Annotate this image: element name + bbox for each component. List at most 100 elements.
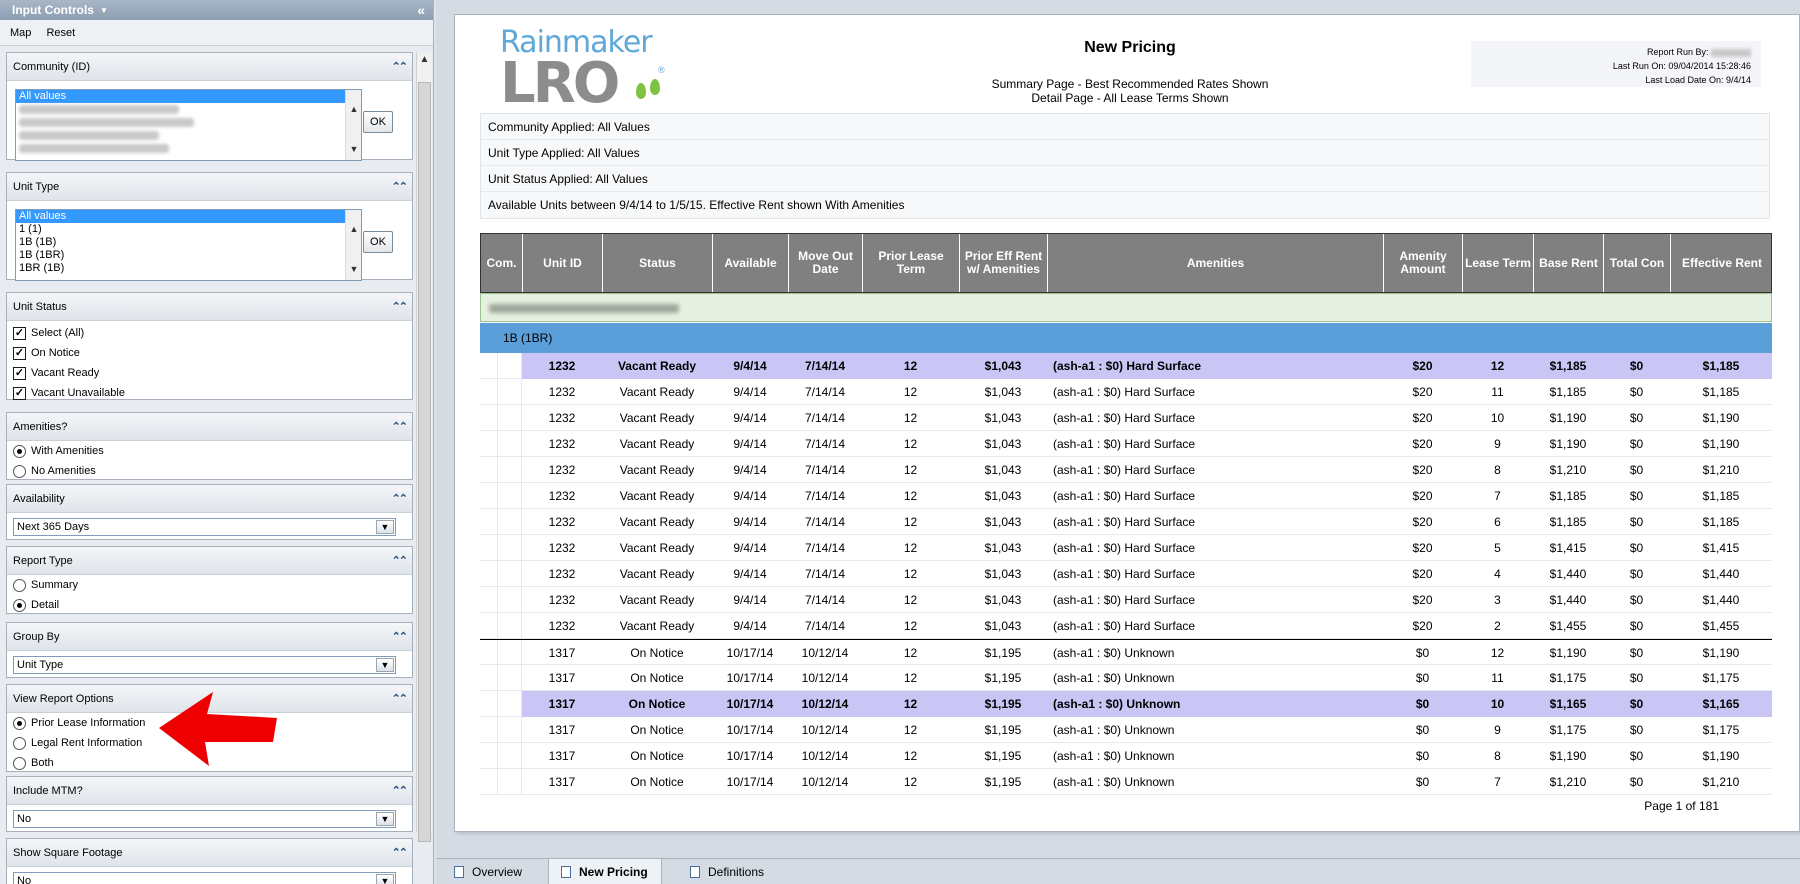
listbox-scrollbar[interactable]: ▲ ▼	[345, 90, 361, 160]
checkbox-checked-icon[interactable]: ✓	[13, 347, 26, 360]
radio-summary[interactable]: Summary	[11, 577, 78, 593]
checkbox-vacant-ready[interactable]: ✓ Vacant Ready	[11, 365, 99, 381]
availability-header[interactable]: Availability ⌃⌃	[7, 485, 412, 513]
radio-icon[interactable]	[13, 465, 26, 478]
checkbox-on-notice[interactable]: ✓ On Notice	[11, 345, 80, 361]
collapse-section-icon[interactable]: ⌃⌃	[392, 777, 409, 805]
scroll-up-icon[interactable]: ▲	[346, 104, 361, 114]
unit-type-option[interactable]: 1B (1BR)	[16, 249, 361, 262]
collapse-section-icon[interactable]: ⌃⌃	[392, 685, 409, 713]
table-cell: 7/14/14	[804, 593, 846, 607]
report-type-header[interactable]: Report Type ⌃⌃	[7, 547, 412, 575]
unit-type-option[interactable]: 1BR (1B)	[16, 262, 361, 275]
chevron-down-icon[interactable]: ▼	[376, 874, 394, 884]
collapse-section-icon[interactable]: ⌃⌃	[392, 293, 409, 321]
unit-type-option[interactable]: All values	[16, 210, 361, 223]
community-option-all[interactable]: All values	[16, 90, 361, 103]
table-cell: 9/4/14	[733, 567, 767, 581]
table-cell: 12	[903, 749, 918, 763]
collapse-section-icon[interactable]: ⌃⌃	[392, 623, 409, 651]
community-option-redacted[interactable]	[16, 116, 361, 129]
row-indent	[480, 561, 522, 587]
radio-prior-lease[interactable]: Prior Lease Information	[11, 715, 145, 731]
community-listbox[interactable]: All values ▲ ▼	[15, 89, 362, 161]
square-footage-select[interactable]: No ▼	[13, 872, 396, 884]
chevron-down-icon[interactable]: ▼	[376, 520, 394, 534]
dropdown-caret-icon[interactable]: ▼	[100, 6, 108, 15]
report-run-by: Report Run By:	[1471, 45, 1751, 59]
chevron-down-icon[interactable]: ▼	[376, 812, 394, 826]
table-cell: $1,190	[1549, 437, 1587, 451]
unit-type-header[interactable]: Unit Type ⌃⌃	[7, 173, 412, 201]
community-option-redacted[interactable]	[16, 103, 361, 116]
tab-new-pricing[interactable]: New Pricing	[548, 859, 662, 884]
checkbox-select-all[interactable]: ✓ Select (All)	[11, 325, 84, 341]
table-cell: 9/4/14	[733, 541, 767, 555]
table-cell: $1,043	[984, 515, 1022, 529]
radio-both[interactable]: Both	[11, 755, 54, 771]
square-footage-header[interactable]: Show Square Footage ⌃⌃	[7, 839, 412, 867]
include-mtm-header[interactable]: Include MTM? ⌃⌃	[7, 777, 412, 805]
radio-selected-icon[interactable]	[13, 717, 26, 730]
amenities-header[interactable]: Amenities? ⌃⌃	[7, 413, 412, 441]
collapse-section-icon[interactable]: ⌃⌃	[392, 839, 409, 867]
tab-overview[interactable]: Overview	[442, 859, 532, 884]
scroll-down-icon[interactable]: ▼	[346, 144, 361, 154]
listbox-scrollbar[interactable]: ▲ ▼	[345, 210, 361, 280]
reset-button[interactable]: Reset	[46, 27, 75, 39]
input-controls-title: Input Controls	[12, 3, 94, 17]
unit-type-ok-button[interactable]: OK	[363, 231, 393, 253]
unit-type-listbox[interactable]: All values 1 (1) 1B (1B) 1B (1BR) 1BR (1…	[15, 209, 362, 281]
availability-select[interactable]: Next 365 Days ▼	[13, 518, 396, 536]
table-cell: 12	[1462, 353, 1533, 379]
radio-icon[interactable]	[13, 579, 26, 592]
table-cell: 8	[1494, 749, 1501, 763]
collapse-section-icon[interactable]: ⌃⌃	[392, 413, 409, 441]
unit-status-header[interactable]: Unit Status ⌃⌃	[7, 293, 412, 321]
table-cell: $0	[1415, 646, 1430, 660]
radio-with-amenities[interactable]: With Amenities	[11, 443, 104, 459]
input-controls-header[interactable]: Input Controls ▼ «	[0, 0, 433, 20]
community-header[interactable]: Community (ID) ⌃⌃	[7, 53, 412, 81]
table-cell: $1,440	[1549, 567, 1587, 581]
checkbox-checked-icon[interactable]: ✓	[13, 367, 26, 380]
radio-no-amenities[interactable]: No Amenities	[11, 463, 96, 479]
community-option-redacted[interactable]	[16, 142, 361, 155]
checkbox-checked-icon[interactable]: ✓	[13, 387, 26, 400]
group-by-select[interactable]: Unit Type ▼	[13, 656, 396, 674]
radio-detail[interactable]: Detail	[11, 597, 59, 613]
unit-type-option[interactable]: 1 (1)	[16, 223, 361, 236]
logo-wordmark-bottom: LRO	[500, 51, 620, 116]
table-cell: 12	[903, 541, 918, 555]
scroll-down-icon[interactable]: ▼	[346, 264, 361, 274]
unit-type-option[interactable]: 1B (1B)	[16, 236, 361, 249]
radio-selected-icon[interactable]	[13, 445, 26, 458]
checkbox-vacant-unavailable[interactable]: ✓ Vacant Unavailable	[11, 385, 125, 401]
collapse-section-icon[interactable]: ⌃⌃	[392, 547, 409, 575]
scroll-up-icon[interactable]: ▲	[346, 224, 361, 234]
radio-icon[interactable]	[13, 737, 26, 750]
table-cell: $20	[1383, 353, 1462, 379]
collapse-panel-icon[interactable]: «	[417, 0, 425, 20]
group-by-header[interactable]: Group By ⌃⌃	[7, 623, 412, 651]
checkbox-checked-icon[interactable]: ✓	[13, 327, 26, 340]
include-mtm-select[interactable]: No ▼	[13, 810, 396, 828]
chevron-down-icon[interactable]: ▼	[376, 658, 394, 672]
community-ok-button[interactable]: OK	[363, 111, 393, 133]
radio-icon[interactable]	[13, 757, 26, 770]
radio-selected-icon[interactable]	[13, 599, 26, 612]
scrollbar-thumb[interactable]	[418, 82, 431, 842]
tab-definitions[interactable]: Definitions	[678, 859, 778, 884]
table-cell: 1232	[548, 489, 576, 503]
scroll-up-icon[interactable]: ▲	[417, 54, 432, 65]
panel-scrollbar[interactable]: ▲	[416, 52, 432, 842]
table-cell: $20	[1412, 385, 1433, 399]
table-cell: 9/4/14	[733, 463, 767, 477]
collapse-section-icon[interactable]: ⌃⌃	[392, 53, 409, 81]
collapse-section-icon[interactable]: ⌃⌃	[392, 485, 409, 513]
community-option-redacted[interactable]	[16, 129, 361, 142]
radio-legal-rent[interactable]: Legal Rent Information	[11, 735, 142, 751]
collapse-section-icon[interactable]: ⌃⌃	[392, 173, 409, 201]
map-button[interactable]: Map	[10, 27, 31, 39]
table-row: 1232 Vacant Ready 9/4/14 7/14/14 12 $1,043 (as…	[480, 353, 1772, 379]
